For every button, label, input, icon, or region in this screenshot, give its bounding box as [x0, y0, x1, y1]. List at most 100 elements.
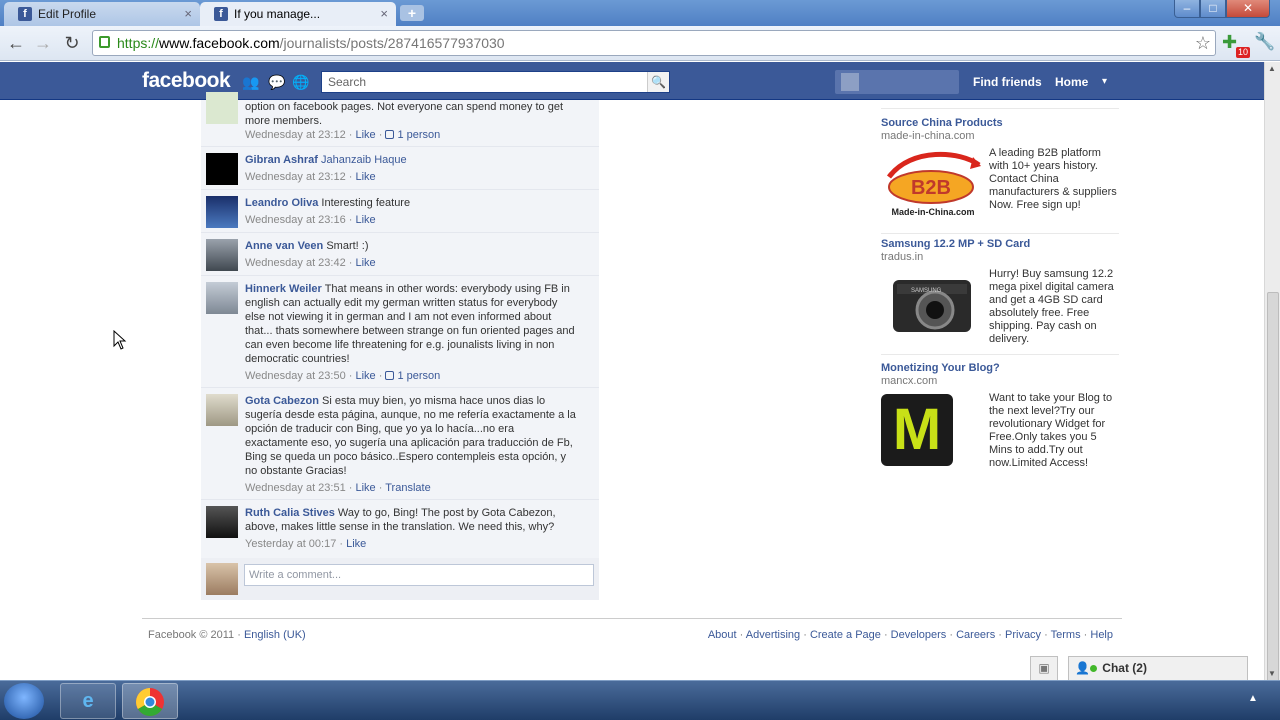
- address-bar[interactable]: https://www.facebook.com/journalists/pos…: [92, 30, 1216, 56]
- avatar[interactable]: [206, 196, 238, 228]
- divider: [881, 354, 1119, 355]
- comment-meta: Wednesday at 23:12 · Like · 1 person: [245, 129, 441, 141]
- internet-explorer-icon[interactable]: e: [60, 683, 116, 719]
- find-friends-link[interactable]: Find friends: [973, 75, 1042, 89]
- forward-arrow-icon[interactable]: →: [32, 32, 54, 54]
- footer-link-advertising[interactable]: Advertising: [746, 629, 800, 641]
- footer-link-terms[interactable]: Terms: [1051, 629, 1081, 641]
- footer-link-about[interactable]: About: [708, 629, 737, 641]
- tab-edit-profile[interactable]: f Edit Profile ×: [4, 2, 200, 26]
- friend-requests-icon[interactable]: 👥: [242, 74, 259, 90]
- page-scrollbar[interactable]: ▲ ▼: [1264, 62, 1280, 720]
- camera-icon: SAMSUNG: [893, 280, 971, 332]
- avatar[interactable]: [206, 282, 238, 314]
- avatar[interactable]: [206, 506, 238, 538]
- ad-item[interactable]: Samsung 12.2 MP + SD Card tradus.in SAMS…: [881, 238, 1119, 348]
- like-link[interactable]: Like: [355, 370, 375, 382]
- search-icon[interactable]: 🔍: [647, 72, 669, 92]
- list-item: Anne van Veen Smart! :) Wednesday at 23:…: [201, 233, 599, 276]
- like-link[interactable]: Like: [355, 129, 375, 141]
- likes-count-link[interactable]: 1 person: [385, 129, 440, 141]
- tab-if-you-manage[interactable]: f If you manage... ×: [200, 2, 396, 26]
- chat-label: Chat (2): [1102, 661, 1147, 675]
- lock-icon: [99, 36, 110, 48]
- search-input[interactable]: Search 🔍: [321, 71, 670, 93]
- home-link[interactable]: Home: [1055, 75, 1088, 89]
- commenter-name[interactable]: Ruth Calia Stives: [245, 507, 335, 519]
- commenter-name[interactable]: Gota Cabezon: [245, 395, 319, 407]
- footer-link-help[interactable]: Help: [1090, 629, 1113, 641]
- divider: [881, 108, 1119, 109]
- commenter-name[interactable]: Gibran Ashraf: [245, 154, 318, 166]
- facebook-logo[interactable]: facebook: [142, 69, 231, 93]
- ad-image[interactable]: M: [881, 394, 953, 466]
- window-close-button[interactable]: ✕: [1226, 0, 1270, 18]
- scroll-up-icon[interactable]: ▲: [1268, 64, 1276, 73]
- commenter-name[interactable]: Anne van Veen: [245, 240, 323, 252]
- list-item: option on facebook pages. Not everyone c…: [201, 92, 599, 147]
- like-link[interactable]: Like: [355, 171, 375, 183]
- likes-count-link[interactable]: 1 person: [385, 370, 440, 382]
- avatar[interactable]: [206, 153, 238, 185]
- facebook-favicon-icon: f: [18, 7, 32, 21]
- comment-time: Wednesday at 23:12: [245, 129, 346, 141]
- bookmark-star-icon[interactable]: ☆: [1195, 31, 1211, 55]
- ad-title[interactable]: Source China Products: [881, 117, 1119, 129]
- tray-expand-icon[interactable]: ▲: [1248, 693, 1258, 704]
- list-item: Gota Cabezon Si esta muy bien, yo misma …: [201, 388, 599, 500]
- wrench-menu-icon[interactable]: 🔧: [1254, 32, 1275, 52]
- footer-link-privacy[interactable]: Privacy: [1005, 629, 1041, 641]
- new-tab-button[interactable]: +: [400, 5, 424, 21]
- maximize-button[interactable]: □: [1200, 0, 1226, 18]
- footer-link-developers[interactable]: Developers: [891, 629, 947, 641]
- comment-text: Gota Cabezon Si esta muy bien, yo misma …: [245, 394, 579, 478]
- browser-titlebar: f Edit Profile × f If you manage... × + …: [0, 0, 1280, 26]
- commenter-name[interactable]: Hinnerk Weiler: [245, 283, 322, 295]
- ad-image[interactable]: SAMSUNG: [881, 272, 981, 338]
- comment-time: Wednesday at 23:42: [245, 257, 346, 269]
- commenter-name[interactable]: Leandro Oliva: [245, 197, 318, 209]
- scrollbar-thumb[interactable]: [1267, 292, 1279, 720]
- ad-item[interactable]: Source China Products made-in-china.com …: [881, 117, 1119, 227]
- ad-title[interactable]: Samsung 12.2 MP + SD Card: [881, 238, 1119, 250]
- footer-link-careers[interactable]: Careers: [956, 629, 995, 641]
- ad-description: A leading B2B platform with 10+ years hi…: [989, 147, 1117, 211]
- windows-start-icon[interactable]: [4, 683, 44, 719]
- tab-label: If you manage...: [234, 7, 321, 21]
- extension-puzzle-icon[interactable]: ✚ 10: [1222, 32, 1250, 58]
- like-link[interactable]: Like: [355, 482, 375, 494]
- avatar[interactable]: [206, 92, 238, 124]
- chrome-icon[interactable]: [122, 683, 178, 719]
- profile-link[interactable]: [835, 70, 959, 94]
- list-item: Hinnerk Weiler That means in other words…: [201, 276, 599, 388]
- avatar[interactable]: [206, 394, 238, 426]
- tab-close-icon[interactable]: ×: [184, 6, 192, 21]
- minimize-button[interactable]: ‒: [1174, 0, 1200, 18]
- like-link[interactable]: Like: [355, 257, 375, 269]
- like-link[interactable]: Like: [346, 538, 366, 550]
- messages-icon[interactable]: 💬: [268, 74, 285, 90]
- language-link[interactable]: English (UK): [244, 629, 306, 641]
- avatar[interactable]: [206, 239, 238, 271]
- tab-label: Edit Profile: [38, 7, 97, 21]
- back-arrow-icon[interactable]: ←: [5, 32, 27, 54]
- tab-close-icon[interactable]: ×: [380, 6, 388, 21]
- ad-item[interactable]: Monetizing Your Blog? mancx.com M Want t…: [881, 362, 1119, 472]
- account-dropdown-icon[interactable]: ▾: [1102, 76, 1107, 87]
- comment-meta: Wednesday at 23:12 · Like: [245, 171, 376, 183]
- avatar: [206, 563, 238, 595]
- scroll-down-icon[interactable]: ▼: [1268, 669, 1276, 678]
- ad-image[interactable]: B2B Made-in-China.com: [881, 149, 983, 221]
- chat-button[interactable]: 👤 Chat (2): [1068, 656, 1248, 680]
- comment-time: Wednesday at 23:12: [245, 171, 346, 183]
- like-link[interactable]: Like: [355, 214, 375, 226]
- footer-link-create-page[interactable]: Create a Page: [810, 629, 881, 641]
- tagged-person[interactable]: Jahanzaib Haque: [321, 154, 407, 166]
- reload-icon[interactable]: ↻: [61, 32, 83, 54]
- notifications-globe-icon[interactable]: 🌐: [292, 74, 309, 90]
- chat-options-icon[interactable]: ▣: [1030, 656, 1058, 680]
- divider: [142, 618, 1122, 619]
- comment-input[interactable]: Write a comment...: [244, 564, 594, 586]
- translate-link[interactable]: Translate: [385, 482, 430, 494]
- ad-title[interactable]: Monetizing Your Blog?: [881, 362, 1119, 374]
